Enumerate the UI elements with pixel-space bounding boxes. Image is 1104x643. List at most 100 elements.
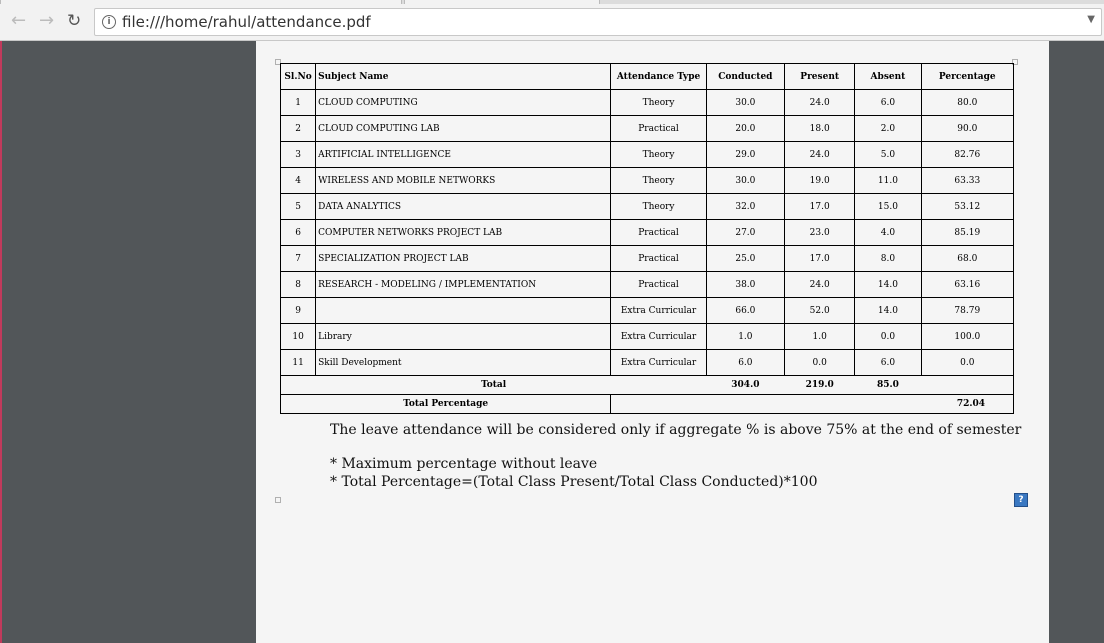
cell-type: Extra Curricular	[610, 297, 707, 324]
cell-subject: CLOUD COMPUTING LAB	[315, 115, 612, 142]
cell-subject: ARTIFICIAL INTELLIGENCE	[315, 141, 612, 168]
cell-conducted: 38.0	[705, 271, 786, 298]
cell-percentage: 53.12	[920, 193, 1015, 220]
table-row: 6 COMPUTER NETWORKS PROJECT LAB Practica…	[279, 219, 1015, 246]
cell-type: Extra Curricular	[610, 349, 707, 376]
cell-sl-no: 5	[279, 193, 317, 220]
cell-type: Practical	[610, 271, 707, 298]
forward-arrow-icon[interactable]: →	[39, 12, 54, 30]
cell-conducted: 32.0	[705, 193, 786, 220]
cell-percentage: 78.79	[920, 297, 1015, 324]
cell-percentage: 82.76	[920, 141, 1015, 168]
total-label: Total	[280, 375, 707, 395]
cell-type: Extra Curricular	[610, 323, 707, 350]
cell-percentage: 63.33	[920, 167, 1015, 194]
column-header: Percentage	[920, 63, 1015, 90]
cell-sl-no: 7	[279, 245, 317, 272]
cell-sl-no: 9	[279, 297, 317, 324]
column-header: Subject Name	[315, 63, 612, 90]
total-absent: 85.0	[854, 375, 922, 395]
cell-conducted: 25.0	[705, 245, 786, 272]
table-row: 1 CLOUD COMPUTING Theory 30.0 24.0 6.0 8…	[279, 89, 1015, 116]
cell-present: 52.0	[784, 297, 856, 324]
cell-absent: 14.0	[854, 297, 922, 324]
cell-conducted: 27.0	[705, 219, 786, 246]
cell-conducted: 30.0	[705, 167, 786, 194]
column-header: Sl.No	[279, 63, 317, 90]
address-bar[interactable]: i file:///home/rahul/attendance.pdf ▼	[94, 8, 1102, 36]
cell-type: Practical	[610, 219, 707, 246]
cell-type: Practical	[610, 245, 707, 272]
cell-absent: 15.0	[854, 193, 922, 220]
cell-absent: 4.0	[854, 219, 922, 246]
cell-type: Theory	[610, 167, 707, 194]
column-header: Present	[784, 63, 856, 90]
cell-subject	[315, 297, 612, 324]
cell-present: 0.0	[784, 349, 856, 376]
total-percentage-empty	[921, 375, 1015, 395]
cell-conducted: 6.0	[705, 349, 786, 376]
cell-sl-no: 4	[279, 167, 317, 194]
cell-absent: 11.0	[854, 167, 922, 194]
cell-present: 17.0	[784, 245, 856, 272]
cell-subject: SPECIALIZATION PROJECT LAB	[315, 245, 612, 272]
cell-sl-no: 10	[279, 323, 317, 350]
cell-type: Theory	[610, 193, 707, 220]
table-row: 4 WIRELESS AND MOBILE NETWORKS Theory 30…	[279, 167, 1015, 194]
browser-toolbar: ← → ↻ i file:///home/rahul/attendance.pd…	[0, 4, 1104, 41]
info-icon[interactable]: i	[102, 15, 116, 29]
cell-absent: 14.0	[854, 271, 922, 298]
cell-percentage: 100.0	[920, 323, 1015, 350]
total-percentage-label: Total Percentage	[279, 394, 612, 414]
table-row: 7 SPECIALIZATION PROJECT LAB Practical 2…	[279, 245, 1015, 272]
cell-percentage: 0.0	[920, 349, 1015, 376]
table-row: 5 DATA ANALYTICS Theory 32.0 17.0 15.0 5…	[279, 193, 1015, 220]
cell-subject: Library	[315, 323, 612, 350]
help-icon[interactable]: ?	[1014, 493, 1028, 507]
resize-handle[interactable]	[275, 497, 281, 503]
cell-subject: Skill Development	[315, 349, 612, 376]
column-header: Attendance Type	[610, 63, 707, 90]
cell-conducted: 20.0	[705, 115, 786, 142]
url-text[interactable]: file:///home/rahul/attendance.pdf	[122, 13, 371, 31]
cell-subject: WIRELESS AND MOBILE NETWORKS	[315, 167, 612, 194]
column-header: Conducted	[705, 63, 786, 90]
table-header-row: Sl.No Subject Name Attendance Type Condu…	[279, 63, 1015, 90]
cell-conducted: 66.0	[705, 297, 786, 324]
table-row: 11 Skill Development Extra Curricular 6.…	[279, 349, 1015, 376]
cell-present: 19.0	[784, 167, 856, 194]
cell-percentage: 85.19	[920, 219, 1015, 246]
back-arrow-icon[interactable]: ←	[11, 12, 26, 30]
cell-absent: 5.0	[854, 141, 922, 168]
attendance-table: Sl.No Subject Name Attendance Type Condu…	[279, 63, 1015, 414]
cell-absent: 6.0	[854, 349, 922, 376]
cell-percentage: 63.16	[920, 271, 1015, 298]
cell-type: Theory	[610, 89, 707, 116]
cell-sl-no: 8	[279, 271, 317, 298]
leave-note: The leave attendance will be considered …	[330, 422, 1022, 438]
cell-absent: 6.0	[854, 89, 922, 116]
reload-icon[interactable]: ↻	[67, 12, 81, 30]
cell-present: 24.0	[784, 141, 856, 168]
cell-absent: 2.0	[854, 115, 922, 142]
total-conducted: 304.0	[706, 375, 785, 395]
cell-sl-no: 3	[279, 141, 317, 168]
table-row: 2 CLOUD COMPUTING LAB Practical 20.0 18.…	[279, 115, 1015, 142]
cell-conducted: 30.0	[705, 89, 786, 116]
cell-present: 18.0	[784, 115, 856, 142]
cell-present: 24.0	[784, 271, 856, 298]
total-present: 219.0	[784, 375, 855, 395]
cell-sl-no: 2	[279, 115, 317, 142]
cell-subject: DATA ANALYTICS	[315, 193, 612, 220]
cell-percentage: 90.0	[920, 115, 1015, 142]
cell-present: 17.0	[784, 193, 856, 220]
cell-present: 24.0	[784, 89, 856, 116]
cell-present: 23.0	[784, 219, 856, 246]
cell-conducted: 1.0	[705, 323, 786, 350]
table-row: 10 Library Extra Curricular 1.0 1.0 0.0 …	[279, 323, 1015, 350]
cell-subject: RESEARCH - MODELING / IMPLEMENTATION	[315, 271, 612, 298]
cell-conducted: 29.0	[705, 141, 786, 168]
window-accent-border	[0, 41, 2, 643]
total-percentage-value: 72.04	[610, 394, 1014, 414]
chevron-down-icon[interactable]: ▼	[1087, 14, 1095, 25]
